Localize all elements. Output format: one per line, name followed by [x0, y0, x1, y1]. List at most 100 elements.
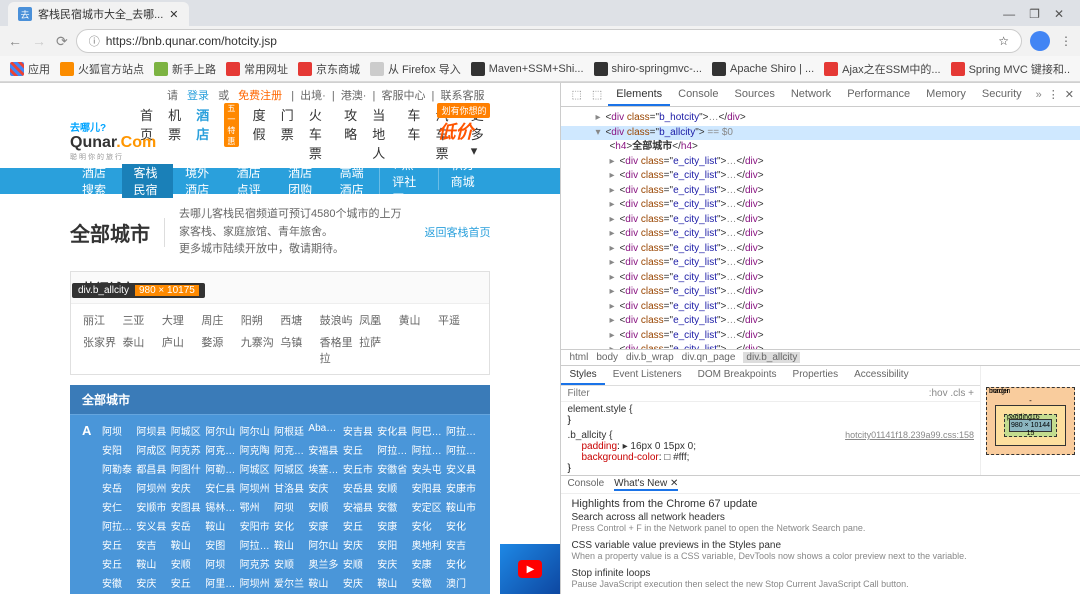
devtools-tab[interactable]: Elements	[608, 84, 670, 106]
city-link[interactable]: 鄂州	[240, 499, 272, 514]
city-link[interactable]: 安化	[446, 518, 478, 533]
city-link[interactable]: 安岳	[171, 518, 203, 533]
style-tab[interactable]: DOM Breakpoints	[690, 366, 785, 385]
city-link[interactable]: 安徽	[412, 575, 444, 590]
devtools-tab[interactable]: Network	[783, 84, 839, 106]
city-link[interactable]: 鞍山	[274, 537, 306, 552]
breadcrumb-item[interactable]: body	[596, 352, 618, 363]
back-link[interactable]: 返回客栈首页	[424, 224, 490, 240]
tab-close-icon[interactable]: ✕	[169, 8, 178, 21]
city-link[interactable]: 阿拉善左旗	[412, 442, 444, 457]
city-link[interactable]: 阿里地区	[205, 575, 237, 590]
city-link[interactable]: 安庆	[343, 537, 375, 552]
city-link[interactable]: 阿巴嘎旗	[412, 423, 444, 438]
style-tab[interactable]: Accessibility	[846, 366, 916, 385]
city-link[interactable]: 锡林郭勒盟	[205, 499, 237, 514]
city-link[interactable]: 阿城区	[240, 461, 272, 476]
city-link[interactable]: 安吉	[136, 537, 168, 552]
nav-item[interactable]: 门票	[281, 105, 295, 162]
forward-button[interactable]: →	[32, 33, 46, 50]
city-link[interactable]: 阿拉善左旗	[446, 423, 478, 438]
city-link[interactable]: 安康	[412, 556, 444, 571]
style-tab[interactable]: Properties	[785, 366, 847, 385]
city-link[interactable]: 阿克苏	[171, 442, 203, 457]
city-link[interactable]: 阿拉善左旗	[446, 442, 478, 457]
breadcrumb-item[interactable]: div.qn_page	[682, 352, 736, 363]
nav-item[interactable]: 机票	[168, 105, 182, 162]
city-link[interactable]: 阿坝	[274, 499, 306, 514]
city-link[interactable]: 阿成区	[136, 442, 168, 457]
window-minimize-icon[interactable]: —	[1003, 7, 1015, 21]
city-link[interactable]: 鞍山市	[446, 499, 478, 514]
city-link[interactable]: 安徽省	[377, 461, 409, 476]
bookmark-item[interactable]: Apache Shiro | ...	[712, 61, 814, 77]
hot-city-link[interactable]: 平遥	[438, 312, 477, 328]
nav-item[interactable]: 团购五一特惠	[224, 105, 238, 162]
window-maximize-icon[interactable]: ❐	[1029, 7, 1040, 21]
city-link[interactable]: 安庆	[136, 575, 168, 590]
address-bar[interactable]: ⓘ https://bnb.qunar.com/hotcity.jsp ☆	[76, 29, 1022, 53]
city-link[interactable]: 安阳县	[412, 480, 444, 495]
city-link[interactable]: 阿坝州	[136, 480, 168, 495]
nav-item[interactable]: 酒店	[196, 105, 210, 162]
hot-city-link[interactable]: 泰山	[122, 334, 161, 366]
city-link[interactable]: 安吉	[446, 537, 478, 552]
city-link[interactable]: 阿城区	[171, 423, 203, 438]
subnav-item[interactable]: 境外酒店	[173, 164, 225, 198]
bookmark-item[interactable]: 京东商城	[298, 61, 360, 77]
city-link[interactable]: 阿拉善右旗	[377, 442, 409, 457]
console-tab[interactable]: What's New ✕	[614, 478, 678, 491]
city-link[interactable]: 安丘	[343, 518, 375, 533]
hot-city-link[interactable]: 张家界	[83, 334, 122, 366]
city-link[interactable]: 阿尔山	[240, 423, 272, 438]
city-link[interactable]: 阿尔山	[308, 537, 340, 552]
city-link[interactable]: 阿根廷	[274, 423, 306, 438]
login-link[interactable]: 登录	[187, 90, 209, 102]
city-link[interactable]: 阿克陶	[240, 442, 272, 457]
city-link[interactable]: 安顺	[343, 556, 375, 571]
city-link[interactable]: 安图	[205, 537, 237, 552]
breadcrumb-item[interactable]: div.b_allcity	[743, 352, 800, 363]
nav-item[interactable]: 首页	[140, 105, 154, 162]
city-link[interactable]: 安丘	[343, 442, 375, 457]
style-tab[interactable]: Event Listeners	[605, 366, 690, 385]
breadcrumb-item[interactable]: div.b_wrap	[626, 352, 674, 363]
city-link[interactable]: 安庆	[308, 480, 340, 495]
more-tabs-icon[interactable]: »	[1032, 89, 1046, 101]
bookmark-item[interactable]: Spring MVC 键接和...	[951, 61, 1070, 77]
city-link[interactable]: 安岳县	[343, 480, 375, 495]
bookmark-item[interactable]: Ajax之在SSM中的...	[824, 61, 940, 77]
nav-item[interactable]: 度假	[253, 105, 267, 162]
hot-city-link[interactable]: 婺源	[201, 334, 240, 366]
city-link[interactable]: 安阳	[102, 442, 134, 457]
register-link[interactable]: 免费注册	[238, 90, 282, 102]
devtools-tab[interactable]: Memory	[918, 84, 974, 106]
city-link[interactable]: 安庆	[171, 480, 203, 495]
city-link[interactable]: 安化县	[377, 423, 409, 438]
breadcrumb-item[interactable]: html	[569, 352, 588, 363]
city-link[interactable]: 安顺	[377, 480, 409, 495]
city-link[interactable]: 阿城区	[274, 461, 306, 476]
window-close-icon[interactable]: ✕	[1054, 7, 1064, 21]
subnav-item[interactable]: 酒店搜索	[70, 164, 122, 198]
devtools-tab[interactable]: Console	[670, 84, 726, 106]
hot-city-link[interactable]: 黄山	[399, 312, 438, 328]
bookmark-item[interactable]: 火狐官方站点	[60, 61, 144, 77]
city-link[interactable]: 甘洛县	[274, 480, 306, 495]
bookmark-item[interactable]: Maven+SSM+Shi...	[471, 61, 584, 77]
nav-item[interactable]: 攻略	[344, 105, 358, 162]
city-link[interactable]: 安康市	[446, 480, 478, 495]
city-link[interactable]: 阿尔山	[205, 423, 237, 438]
city-link[interactable]: 阿坝县	[136, 423, 168, 438]
city-link[interactable]: 安顺市	[136, 499, 168, 514]
hot-city-link[interactable]: 周庄	[201, 312, 240, 328]
hot-city-link[interactable]: 香格里拉	[320, 334, 359, 366]
hot-city-link[interactable]: 三亚	[122, 312, 161, 328]
city-link[interactable]: 安福县	[308, 442, 340, 457]
city-link[interactable]: 阿坝	[205, 556, 237, 571]
city-link[interactable]: 阿克苏	[240, 556, 272, 571]
device-icon[interactable]: ⬚	[588, 88, 606, 101]
hot-city-link[interactable]: 阳朔	[241, 312, 280, 328]
city-link[interactable]: 安义县	[446, 461, 478, 476]
bookmark-item[interactable]: 新手上路	[154, 61, 216, 77]
